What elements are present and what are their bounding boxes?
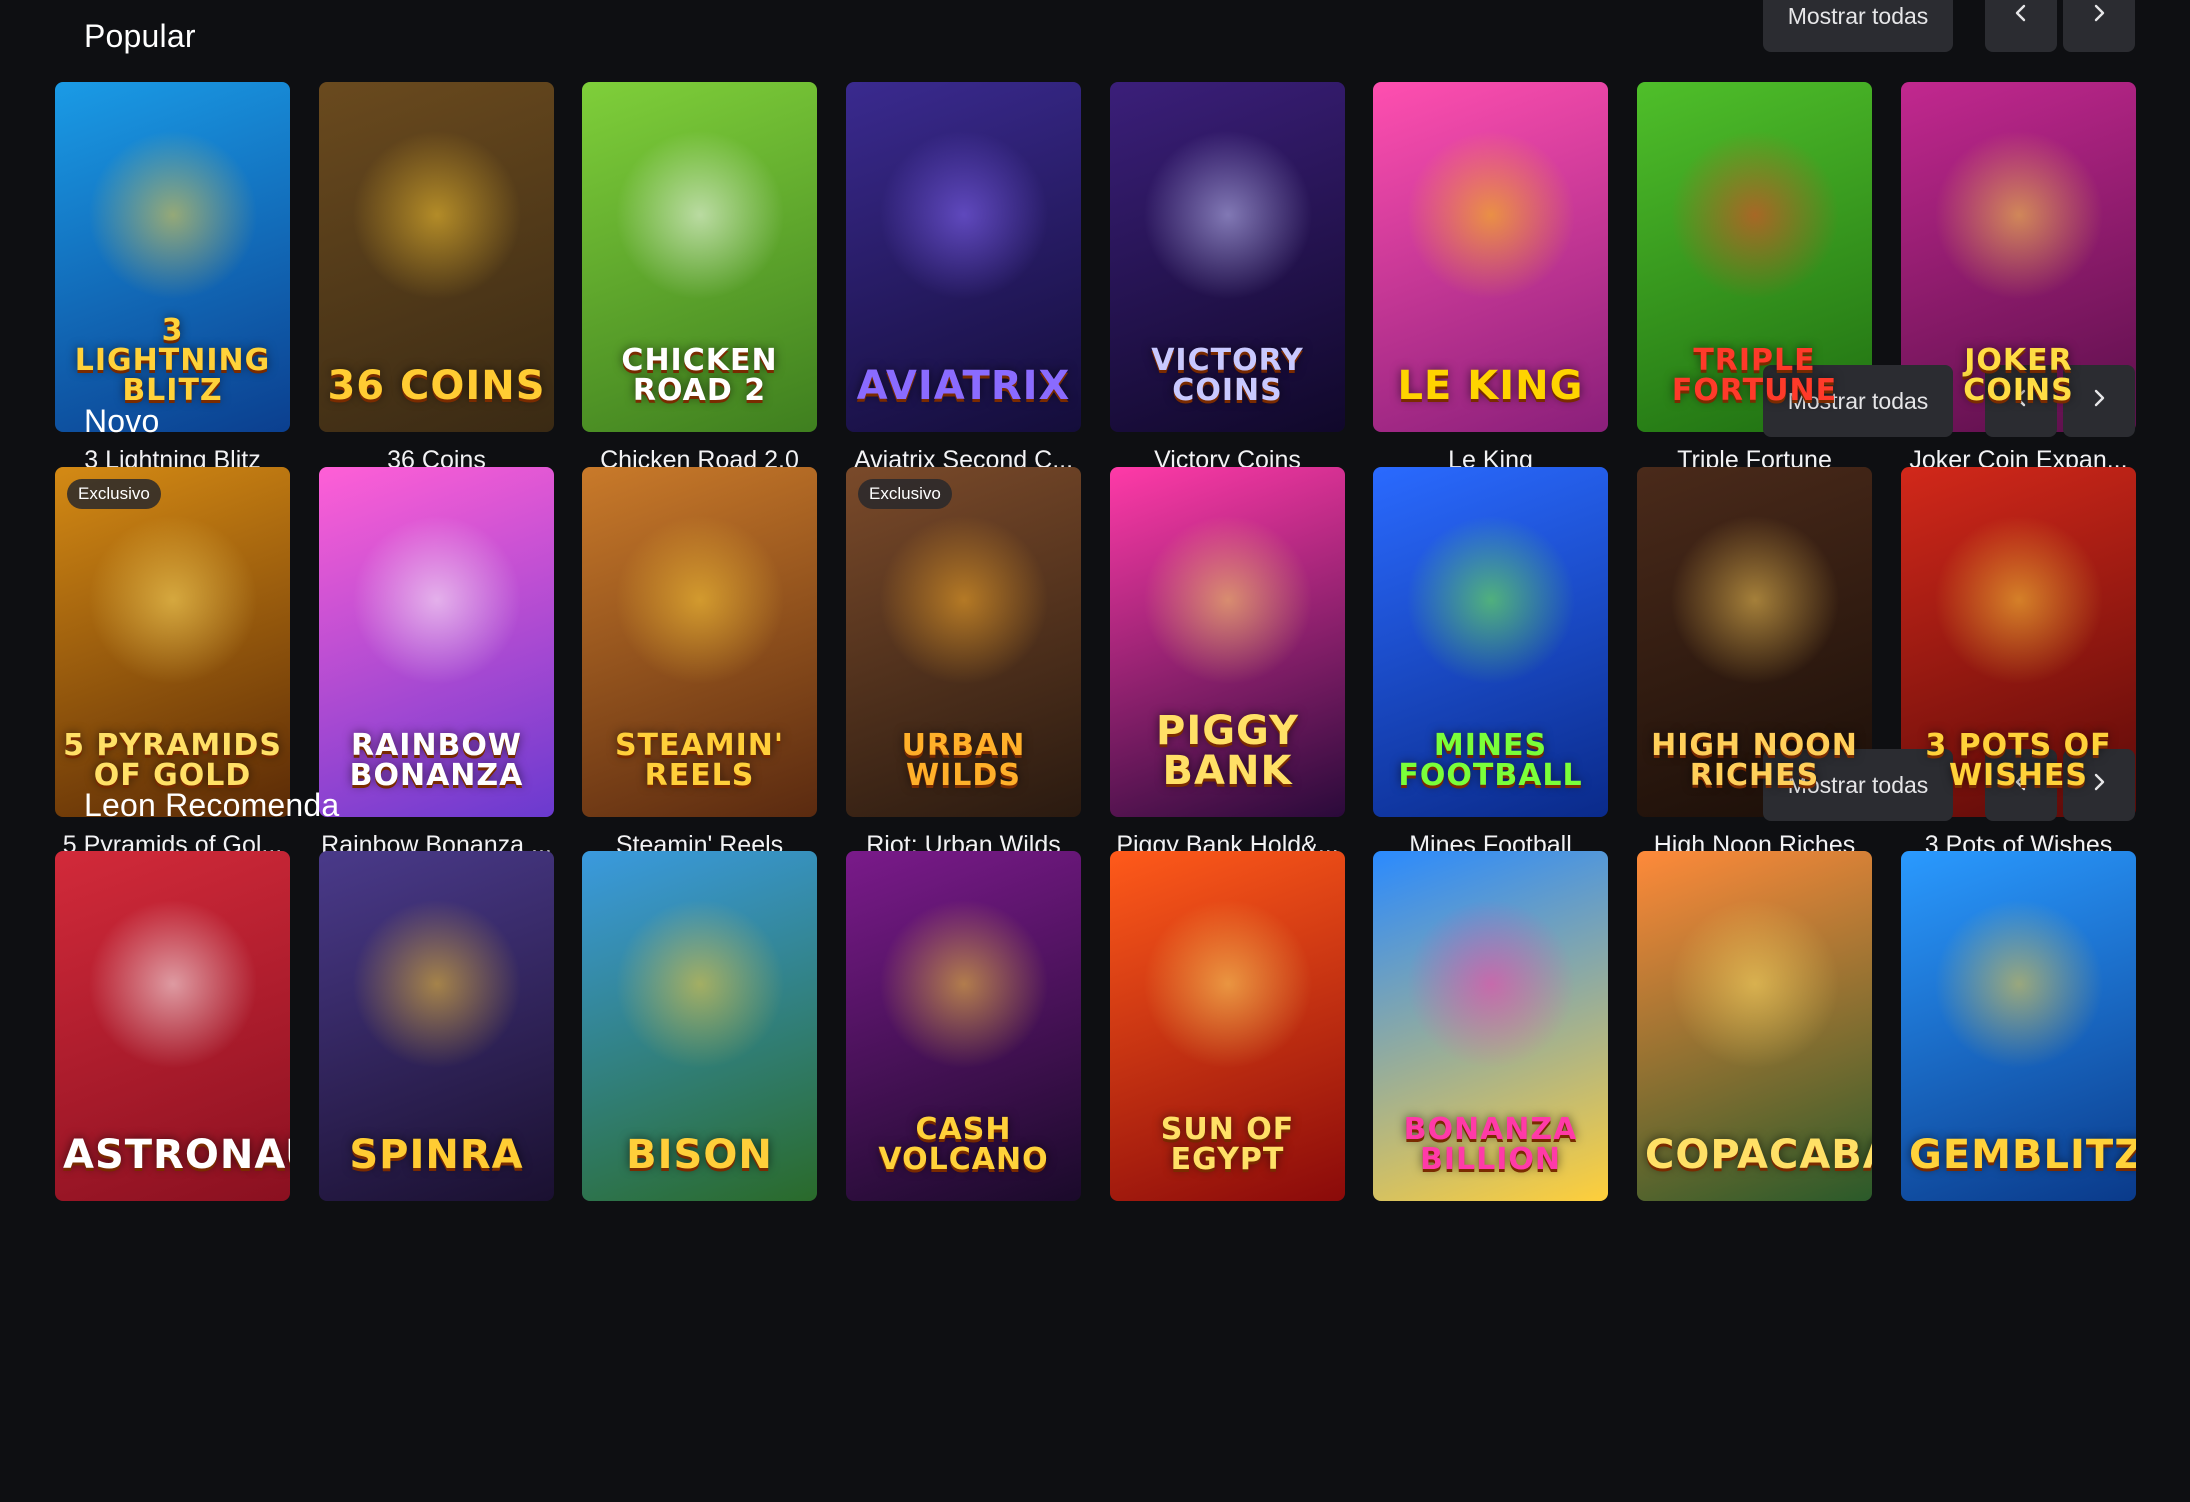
game-thumbnail[interactable]: 36 COINS: [319, 82, 554, 432]
game-logo-text: Astronaut: [63, 1132, 290, 1178]
game-thumbnail[interactable]: 3 LIGHTNING BLITZ: [55, 82, 290, 432]
game-logo-text: BISON: [626, 1132, 773, 1178]
game-thumbnail[interactable]: TRIPLE FORTUNE: [1637, 82, 1872, 432]
game-thumbnail[interactable]: PIGGY BANK: [1110, 467, 1345, 817]
game-thumbnail[interactable]: SUN OF EGYPT: [1110, 851, 1345, 1201]
game-logo-text: COPACABANA: [1645, 1132, 1872, 1178]
game-thumbnail[interactable]: BONANZA BILLION: [1373, 851, 1608, 1201]
section-title: Novo: [84, 403, 160, 439]
game-thumbnail[interactable]: HIGH NOON RICHES: [1637, 467, 1872, 817]
game-thumbnail[interactable]: MINES FOOTBALL: [1373, 467, 1608, 817]
exclusive-badge: Exclusivo: [67, 479, 161, 509]
game-thumbnail[interactable]: RAINBOW BONANZA: [319, 467, 554, 817]
show-all-button[interactable]: Mostrar todas: [1763, 0, 1953, 52]
chevron-left-icon: [2010, 2, 2032, 30]
game-logo-text: PIGGY BANK: [1156, 708, 1299, 794]
game-logo-text: BONANZA BILLION: [1403, 1112, 1578, 1177]
game-thumbnail[interactable]: Aviatrix: [846, 82, 1081, 432]
game-logo-text: RAINBOW BONANZA: [349, 728, 524, 793]
game-logo-text: STEAMIN' REELS: [614, 728, 785, 793]
game-thumbnail[interactable]: Astronaut: [55, 851, 290, 1201]
game-thumbnail[interactable]: VICTORY COINS: [1110, 82, 1345, 432]
game-thumbnail[interactable]: STEAMIN' REELS: [582, 467, 817, 817]
section-leon-recomenda: Leon RecomendaMostrar todasAstronautSPIN…: [0, 749, 2190, 1269]
game-thumbnail[interactable]: CHICKEN ROAD 2: [582, 82, 817, 432]
game-thumbnail[interactable]: JOKER COINS: [1901, 82, 2136, 432]
game-thumbnail[interactable]: GEMBLITZ: [1901, 851, 2136, 1201]
prev-button[interactable]: [1985, 0, 2057, 52]
game-thumbnail[interactable]: URBAN WILDS Exclusivo: [846, 467, 1081, 817]
game-logo-text: 36 COINS: [327, 363, 546, 409]
game-card[interactable]: BONANZA BILLION: [1373, 851, 1608, 1201]
game-card[interactable]: SPINRA: [319, 851, 554, 1201]
game-logo-text: SPINRA: [349, 1132, 524, 1178]
exclusive-badge: Exclusivo: [858, 479, 952, 509]
game-logo-text: TRIPLE FORTUNE: [1671, 343, 1838, 408]
game-logo-text: CHICKEN ROAD 2: [621, 343, 778, 408]
game-card[interactable]: GEMBLITZ: [1901, 851, 2136, 1201]
game-logo-text: URBAN WILDS: [901, 728, 1026, 793]
game-logo-text: Aviatrix: [856, 363, 1071, 409]
game-logo-text: 3 POTS OF WISHES: [1925, 728, 2112, 793]
game-logo-text: GEMBLITZ: [1909, 1132, 2136, 1178]
game-thumbnail[interactable]: SPINRA: [319, 851, 554, 1201]
game-card[interactable]: Astronaut: [55, 851, 290, 1201]
game-card[interactable]: SUN OF EGYPT: [1110, 851, 1345, 1201]
chevron-right-icon: [2088, 2, 2110, 30]
section-title: Popular: [84, 18, 196, 54]
game-logo-text: HIGH NOON RICHES: [1651, 728, 1858, 793]
game-logo-text: LE KING: [1397, 363, 1584, 409]
game-thumbnail[interactable]: BISON: [582, 851, 817, 1201]
game-thumbnail[interactable]: COPACABANA: [1637, 851, 1872, 1201]
game-logo-text: 3 LIGHTNING BLITZ: [74, 313, 271, 408]
next-button[interactable]: [2063, 0, 2135, 52]
game-logo-text: 5 PYRAMIDS OF GOLD: [63, 728, 282, 793]
game-card[interactable]: COPACABANA: [1637, 851, 1872, 1201]
game-thumbnail[interactable]: LE KING: [1373, 82, 1608, 432]
game-logo-text: JOKER COINS: [1963, 343, 2074, 408]
game-thumbnail[interactable]: CASH VOLCANO: [846, 851, 1081, 1201]
game-thumbnail[interactable]: 3 POTS OF WISHES: [1901, 467, 2136, 817]
game-logo-text: CASH VOLCANO: [878, 1112, 1049, 1177]
game-thumbnail[interactable]: 5 PYRAMIDS OF GOLD Exclusivo: [55, 467, 290, 817]
game-logo-text: VICTORY COINS: [1151, 343, 1304, 408]
game-logo-text: MINES FOOTBALL: [1398, 728, 1583, 793]
game-logo-text: SUN OF EGYPT: [1160, 1112, 1295, 1177]
game-card[interactable]: CASH VOLCANO: [846, 851, 1081, 1201]
game-card[interactable]: BISON: [582, 851, 817, 1201]
